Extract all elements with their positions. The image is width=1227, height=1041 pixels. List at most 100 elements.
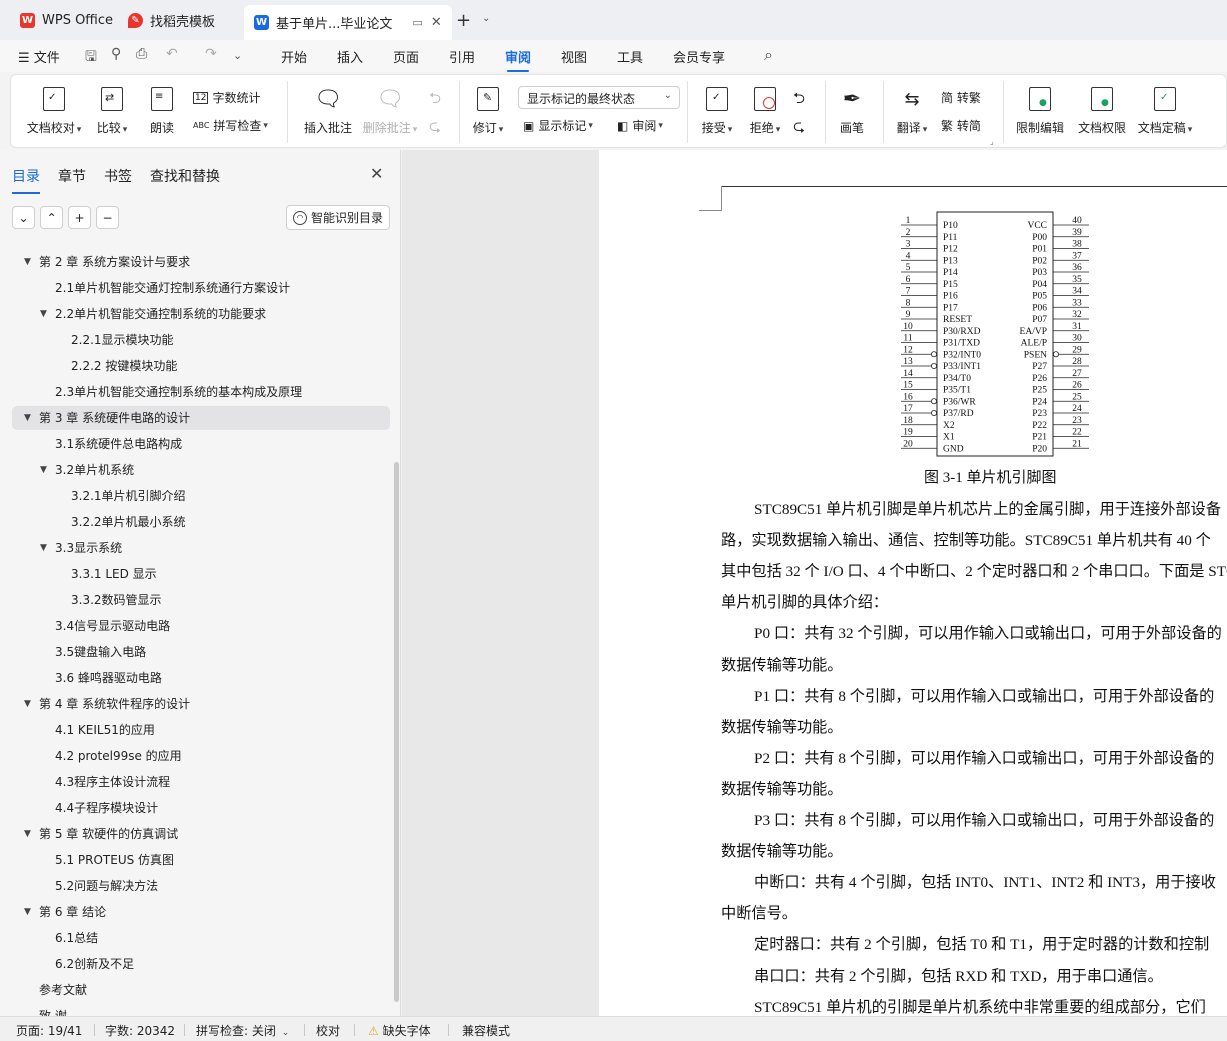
read-aloud-button[interactable]: ≡ 朗读 xyxy=(135,83,189,143)
chevron-down-icon[interactable]: ⌄ xyxy=(482,13,490,24)
doc-check-button[interactable]: ✓ 文档校对 ▾ xyxy=(23,83,85,143)
toc-item[interactable]: 3.5键盘输入电路 xyxy=(12,640,390,664)
expand-toggle-icon[interactable]: ▼ xyxy=(40,536,47,560)
toc-item[interactable]: ▼ 3.3显示系统 xyxy=(12,536,390,560)
page-indicator[interactable]: 页面: 19/41 xyxy=(16,1022,82,1039)
remove-heading-button[interactable]: − xyxy=(96,206,119,229)
nav-tab-bookmarks[interactable]: 书签 xyxy=(104,166,132,186)
menu-review[interactable]: 审阅 xyxy=(505,47,531,72)
menu-references[interactable]: 引用 xyxy=(449,47,475,66)
menu-view[interactable]: 视图 xyxy=(561,47,587,66)
review-pane-button[interactable]: ◧ 审阅 ▾ xyxy=(617,117,663,134)
toc-item[interactable]: ▼ 第 5 章 软硬件的仿真调试 xyxy=(12,822,390,846)
toc-item[interactable]: 6.1总结 xyxy=(12,926,390,950)
word-count-button[interactable]: 12 字数统计 xyxy=(193,89,260,106)
expand-toggle-icon[interactable]: ▼ xyxy=(24,822,31,846)
toc-item[interactable]: 2.2.2 按键模块功能 xyxy=(12,354,390,378)
toc-item[interactable]: 5.1 PROTEUS 仿真图 xyxy=(12,848,390,872)
toc-item[interactable]: 致 谢 xyxy=(12,1004,390,1016)
accept-button[interactable]: ✓ 接受 ▾ xyxy=(691,83,743,143)
toc-item[interactable]: 3.1系统硬件总电路构成 xyxy=(12,432,390,456)
new-tab-button[interactable]: + xyxy=(456,10,471,31)
menu-member[interactable]: 会员专享 xyxy=(673,47,725,66)
toc-item[interactable]: 3.6 蜂鸣器驱动电路 xyxy=(12,666,390,690)
chevron-down-icon[interactable]: ⌄ xyxy=(233,49,242,62)
search-icon[interactable]: ⌕ xyxy=(764,45,773,65)
doc-finalize-button[interactable]: ✓ 文档定稿 ▾ xyxy=(1131,83,1199,143)
expand-toggle-icon[interactable]: ▼ xyxy=(24,692,31,716)
pen-button[interactable]: ✒ 画笔 xyxy=(829,83,875,143)
show-markup-button[interactable]: ▣ 显示标记 ▾ xyxy=(523,117,593,134)
expand-toggle-icon[interactable]: ▼ xyxy=(24,250,31,274)
expand-toggle-icon[interactable]: ▼ xyxy=(24,406,31,430)
delete-comment-button[interactable]: 🗨 删除批注 ▾ xyxy=(359,83,421,143)
add-heading-button[interactable]: + xyxy=(68,206,91,229)
doc-permission-button[interactable]: ● 文档权限 xyxy=(1071,83,1133,143)
toc-item[interactable]: 3.2.1单片机引脚介绍 xyxy=(12,484,390,508)
menu-page[interactable]: 页面 xyxy=(393,47,419,66)
prev-change-icon[interactable]: ⮌ xyxy=(793,88,805,113)
expand-toggle-icon[interactable]: ▼ xyxy=(24,900,31,924)
toc-item[interactable]: 4.1 KEIL51的应用 xyxy=(12,718,390,742)
toc-item[interactable]: 2.1单片机智能交通灯控制系统通行方案设计 xyxy=(12,276,390,300)
nav-tab-find-replace[interactable]: 查找和替换 xyxy=(150,166,220,186)
expand-toggle-icon[interactable]: ▼ xyxy=(40,302,47,326)
menu-insert[interactable]: 插入 xyxy=(337,47,363,66)
restrict-edit-button[interactable]: ● 限制编辑 xyxy=(1009,83,1071,143)
missing-font-status[interactable]: ⚠ 缺失字体 xyxy=(368,1022,431,1039)
menu-home[interactable]: 开始 xyxy=(281,47,307,66)
file-menu[interactable]: ☰ 文件 xyxy=(18,47,60,66)
smart-toc-button[interactable]: ◠ 智能识别目录 xyxy=(286,205,390,230)
spell-check-button[interactable]: ABC 拼写检查 ▾ xyxy=(193,117,268,134)
toc-item[interactable]: 5.2问题与解决方法 xyxy=(12,874,390,898)
collapse-up-button[interactable]: ⌃ xyxy=(40,206,63,229)
close-icon[interactable]: ✕ xyxy=(431,15,442,30)
word-count[interactable]: 字数: 20342 xyxy=(105,1022,175,1039)
to-simplified-button[interactable]: 繁 转简 xyxy=(941,117,981,134)
nav-scrollbar[interactable] xyxy=(394,462,399,1002)
share-icon[interactable]: ⚲ xyxy=(111,46,121,62)
toc-item[interactable]: ▼ 第 4 章 系统软件程序的设计 xyxy=(12,692,390,716)
toc-item[interactable]: ▼ 第 6 章 结论 xyxy=(12,900,390,924)
toc-item[interactable]: 4.2 protel99se 的应用 xyxy=(12,744,390,768)
markup-state-select[interactable]: 显示标记的最终状态 ⌄ xyxy=(518,86,680,109)
menu-tools[interactable]: 工具 xyxy=(617,47,643,66)
toc-item[interactable]: 6.2创新及不足 xyxy=(12,952,390,976)
proofread-status[interactable]: 校对 xyxy=(316,1022,340,1039)
toc-item[interactable]: 3.3.2数码管显示 xyxy=(12,588,390,612)
undo-icon[interactable]: ↶ xyxy=(166,46,178,62)
toc-item[interactable]: ▼ 第 3 章 系统硬件电路的设计 xyxy=(12,406,390,430)
tab-wps-office[interactable]: W WPS Office xyxy=(10,5,123,36)
next-change-icon[interactable]: ⮎ xyxy=(793,116,805,141)
close-icon[interactable]: ✕ xyxy=(370,164,383,183)
translate-button[interactable]: ⇆ 翻译 ▾ xyxy=(887,83,937,143)
track-changes-button[interactable]: ✎ 修订 ▾ xyxy=(463,83,513,143)
expand-toggle-icon[interactable]: ▼ xyxy=(40,458,47,482)
expand-down-button[interactable]: ⌄ xyxy=(12,206,35,229)
toc-item[interactable]: ▼ 3.2单片机系统 xyxy=(12,458,390,482)
compare-button[interactable]: ⇄ 比较 ▾ xyxy=(85,83,139,143)
toc-item[interactable]: 2.2.1显示模块功能 xyxy=(12,328,390,352)
to-traditional-button[interactable]: 简 转繁 xyxy=(941,89,981,106)
minimize-tab-icon[interactable]: ▭ xyxy=(412,16,422,29)
tab-document[interactable]: W 基于单片...毕业论文 ▭ ✕ xyxy=(244,5,452,40)
toc-item[interactable]: 4.3程序主体设计流程 xyxy=(12,770,390,794)
redo-icon[interactable]: ↷ xyxy=(205,46,217,62)
toc-item[interactable]: ▼ 第 2 章 系统方案设计与要求 xyxy=(12,250,390,274)
save-icon[interactable]: 🖫 xyxy=(85,46,97,70)
insert-comment-button[interactable]: 🗨 插入批注 xyxy=(297,83,359,143)
print-preview-icon[interactable]: ⎙ xyxy=(136,46,147,62)
toc-item[interactable]: 4.4子程序模块设计 xyxy=(12,796,390,820)
toc-item[interactable]: 2.3单片机智能交通控制系统的基本构成及原理 xyxy=(12,380,390,404)
toc-item[interactable]: ▼ 2.2单片机智能交通控制系统的功能要求 xyxy=(12,302,390,326)
toc-item[interactable]: 参考文献 xyxy=(12,978,390,1002)
prev-comment-icon[interactable]: ⮌ xyxy=(429,88,441,113)
toc-item[interactable]: 3.2.2单片机最小系统 xyxy=(12,510,390,534)
toc-item[interactable]: 3.4信号显示驱动电路 xyxy=(12,614,390,638)
reject-button[interactable]: 拒绝 ▾ xyxy=(739,83,791,143)
toc-item[interactable]: 3.3.1 LED 显示 xyxy=(12,562,390,586)
next-comment-icon[interactable]: ⮎ xyxy=(429,116,441,141)
nav-tab-toc[interactable]: 目录 xyxy=(12,166,40,194)
spell-check-status[interactable]: 拼写检查: 关闭 ⌄ xyxy=(196,1022,289,1039)
nav-tab-sections[interactable]: 章节 xyxy=(58,166,86,186)
